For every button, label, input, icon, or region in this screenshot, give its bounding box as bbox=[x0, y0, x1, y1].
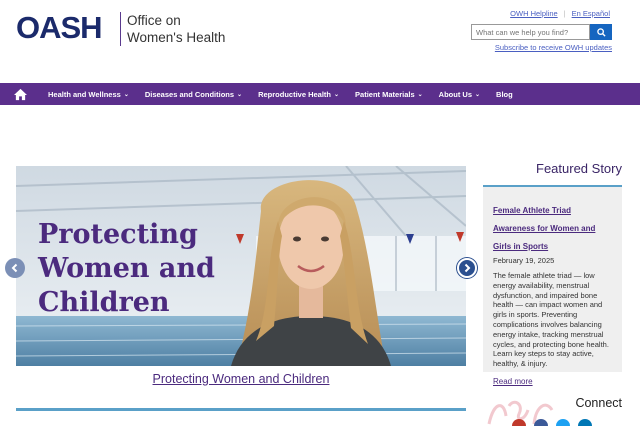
search-icon bbox=[596, 27, 606, 37]
chevron-right-icon bbox=[464, 263, 471, 273]
nav-item-label: Reproductive Health bbox=[258, 89, 331, 99]
site-title-line1: Office on bbox=[127, 13, 181, 28]
search-form bbox=[471, 24, 612, 40]
featured-story-date: February 19, 2025 bbox=[493, 256, 555, 265]
subscribe-link[interactable]: Subscribe to receive OWH updates bbox=[495, 43, 612, 52]
site-header: OASH Office on Women's Health OWH Helpli… bbox=[0, 0, 640, 82]
connect-heading: Connect bbox=[575, 396, 622, 410]
featured-story-summary: The female athlete triad — low energy av… bbox=[493, 271, 609, 369]
nav-item-diseases-conditions[interactable]: Diseases and Conditions ⌄ bbox=[137, 83, 250, 105]
home-icon bbox=[13, 88, 27, 100]
carousel-prev-button[interactable] bbox=[5, 258, 25, 278]
hero-title-line1: Protecting bbox=[38, 219, 198, 250]
search-input[interactable] bbox=[471, 24, 590, 40]
featured-story-title-link[interactable]: Female Athlete Triad Awareness for Women… bbox=[493, 206, 595, 251]
nav-item-health-wellness[interactable]: Health and Wellness ⌄ bbox=[40, 83, 137, 105]
chevron-down-icon: ⌄ bbox=[475, 91, 481, 98]
utility-links: OWH Helpline | En Español bbox=[510, 9, 610, 18]
nav-item-about-us[interactable]: About Us ⌄ bbox=[431, 83, 488, 105]
search-button[interactable] bbox=[590, 24, 612, 40]
nav-item-label: Diseases and Conditions bbox=[144, 89, 235, 99]
section-divider bbox=[16, 408, 466, 411]
logo-divider bbox=[120, 12, 121, 46]
twitter-icon[interactable] bbox=[556, 419, 570, 426]
nav-item-blog[interactable]: Blog bbox=[488, 83, 521, 105]
site-title[interactable]: Office on Women's Health bbox=[127, 12, 225, 46]
read-more-link[interactable]: Read more bbox=[493, 377, 612, 386]
linkedin-icon[interactable] bbox=[578, 419, 592, 426]
carousel-next-button[interactable] bbox=[457, 258, 477, 278]
chevron-down-icon: ⌄ bbox=[123, 91, 129, 98]
nav-item-label: Blog bbox=[496, 89, 513, 99]
hero-title: Protecting Women and Children bbox=[38, 218, 215, 320]
chevron-down-icon: ⌄ bbox=[417, 91, 423, 98]
chevron-down-icon: ⌄ bbox=[334, 91, 340, 98]
helpline-link[interactable]: OWH Helpline bbox=[510, 9, 558, 18]
featured-story-heading: Featured Story bbox=[536, 161, 622, 176]
espanol-link[interactable]: En Español bbox=[572, 9, 610, 18]
youtube-icon[interactable] bbox=[512, 419, 526, 426]
main-nav: Health and Wellness ⌄ Diseases and Condi… bbox=[0, 83, 640, 105]
facebook-icon[interactable] bbox=[534, 419, 548, 426]
oash-logo[interactable]: OASH bbox=[16, 10, 103, 46]
utility-separator: | bbox=[563, 9, 566, 18]
nav-item-label: Patient Materials bbox=[355, 89, 415, 99]
site-title-line2: Women's Health bbox=[127, 30, 226, 45]
nav-item-patient-materials[interactable]: Patient Materials ⌄ bbox=[347, 83, 431, 105]
nav-item-label: Health and Wellness bbox=[48, 89, 121, 99]
featured-story-card: Female Athlete Triad Awareness for Women… bbox=[483, 185, 622, 386]
nav-item-label: About Us bbox=[438, 89, 473, 99]
nav-home[interactable] bbox=[0, 83, 40, 105]
hero-caption-link[interactable]: Protecting Women and Children bbox=[16, 372, 466, 386]
chevron-down-icon: ⌄ bbox=[237, 91, 243, 98]
social-links bbox=[512, 419, 592, 426]
hero-title-line2: Women and bbox=[38, 253, 215, 284]
hero-title-line3: Children bbox=[38, 287, 170, 318]
hero-slide[interactable]: Protecting Women and Children bbox=[16, 166, 466, 366]
nav-item-reproductive-health[interactable]: Reproductive Health ⌄ bbox=[250, 83, 347, 105]
chevron-left-icon bbox=[11, 263, 18, 273]
